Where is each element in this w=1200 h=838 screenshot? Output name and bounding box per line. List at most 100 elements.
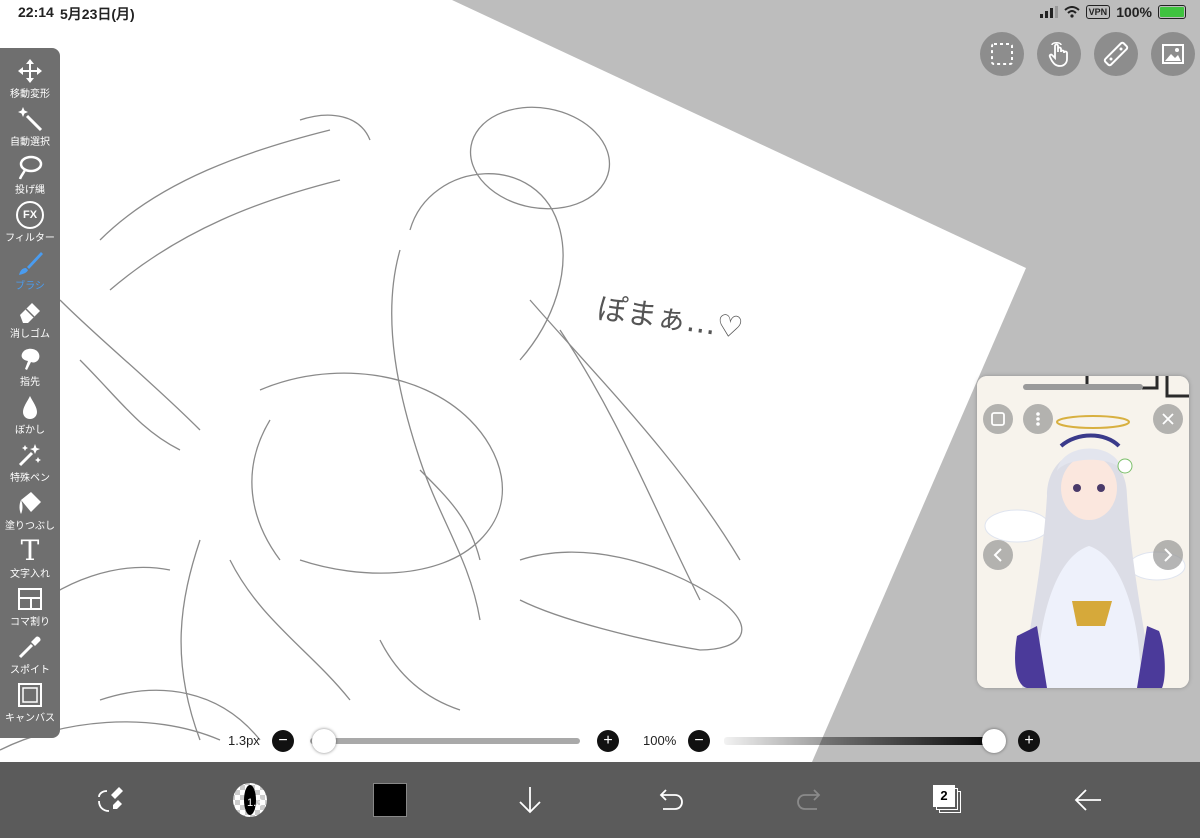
undo-icon	[659, 789, 683, 810]
status-date: 5月23日(月)	[60, 6, 135, 22]
opacity-decrease-button[interactable]: −	[688, 730, 710, 752]
tool-label: 移動変形	[10, 89, 50, 100]
tool-eraser[interactable]: 消しゴム	[0, 296, 60, 344]
tool-label: 指先	[20, 377, 40, 388]
status-right: VPN 100%	[1039, 4, 1186, 20]
reference-drag-handle[interactable]	[1023, 384, 1143, 390]
tool-fill[interactable]: 塗りつぶし	[0, 488, 60, 536]
brush-tip-icon: 1.3	[233, 783, 267, 817]
chevron-left-icon	[993, 548, 1002, 562]
layer-count: 2	[933, 785, 955, 807]
opacity-slider[interactable]	[724, 737, 1004, 745]
battery-percent: 100%	[1116, 4, 1152, 20]
status-time: 22:14	[18, 4, 54, 20]
current-color-swatch	[373, 783, 407, 817]
more-vertical-icon	[1036, 412, 1040, 426]
minus-icon: −	[694, 732, 704, 749]
bottom-bar: 1.3 2	[0, 762, 1200, 838]
brush-eraser-swap-icon	[98, 787, 123, 812]
brush-size-label: 1.3px	[228, 733, 260, 748]
tool-brush[interactable]: ブラシ	[0, 248, 60, 296]
touch-hand-icon	[1048, 42, 1068, 67]
reference-fit-button[interactable]	[983, 404, 1013, 434]
reference-menu-button[interactable]	[1023, 404, 1053, 434]
brush-size-decrease-button[interactable]: −	[272, 730, 294, 752]
magic-wand-icon	[16, 106, 44, 132]
tool-label: コマ割り	[10, 617, 50, 628]
tool-eyedropper[interactable]: スポイト	[0, 632, 60, 680]
tool-palette: 移動変形 自動選択 投げ縄 FX フィルター ブラシ 消しゴム 指先 ぼかし 特…	[0, 48, 60, 738]
tool-label: フィルター	[5, 233, 55, 244]
eyedropper-icon	[16, 634, 44, 660]
brush-icon	[16, 250, 44, 276]
layers-button[interactable]: 2	[918, 762, 978, 838]
reference-window[interactable]	[977, 376, 1189, 688]
swap-tool-button[interactable]	[80, 762, 140, 838]
download-button[interactable]	[500, 762, 560, 838]
opacity-knob[interactable]	[982, 729, 1006, 753]
back-button[interactable]	[1058, 762, 1118, 838]
color-button[interactable]	[360, 762, 420, 838]
brush-size-slider[interactable]	[310, 738, 580, 744]
tool-label: 消しゴム	[10, 329, 50, 340]
tool-label: ぼかし	[15, 425, 45, 436]
brush-size-knob[interactable]	[312, 729, 336, 753]
ruler-button[interactable]	[1094, 32, 1138, 76]
canvas-paper[interactable]	[0, 0, 1026, 762]
tool-blur[interactable]: ぼかし	[0, 392, 60, 440]
plus-icon: +	[1024, 732, 1034, 749]
opacity-increase-button[interactable]: +	[1018, 730, 1040, 752]
tool-label: 文字入れ	[10, 569, 50, 580]
special-pen-icon	[16, 442, 44, 468]
vpn-badge: VPN	[1085, 5, 1111, 19]
selection-button[interactable]	[980, 32, 1024, 76]
ruler-icon	[1103, 41, 1129, 67]
fill-bucket-icon	[16, 490, 44, 516]
tool-frame-divide[interactable]: コマ割り	[0, 584, 60, 632]
frame-divide-icon	[16, 586, 44, 612]
tool-label: キャンバス	[5, 713, 55, 724]
arrow-left-icon	[1074, 789, 1101, 811]
lasso-icon	[16, 154, 44, 180]
brush-size-badge: 1.3	[247, 797, 263, 809]
tool-special-pen[interactable]: 特殊ペン	[0, 440, 60, 488]
tool-canvas[interactable]: キャンバス	[0, 680, 60, 728]
brush-size-increase-button[interactable]: +	[597, 730, 619, 752]
reference-close-button[interactable]	[1153, 404, 1183, 434]
material-button[interactable]	[1151, 32, 1195, 76]
tool-move-transform[interactable]: 移動変形	[0, 56, 60, 104]
image-icon	[1162, 44, 1184, 64]
tool-label: 特殊ペン	[10, 473, 50, 484]
smudge-icon	[16, 346, 44, 372]
arrow-down-icon	[519, 787, 541, 814]
reference-prev-button[interactable]	[983, 540, 1013, 570]
status-bar: 22:14 5月23日(月) VPN 100%	[0, 0, 1200, 26]
text-icon: T	[20, 534, 40, 567]
tool-label: スポイト	[10, 665, 50, 676]
brush-preview-button[interactable]: 1.3	[220, 762, 280, 838]
plus-icon: +	[603, 732, 613, 749]
minus-icon: −	[278, 732, 288, 749]
dashed-select-icon	[991, 43, 1013, 65]
square-icon	[991, 412, 1005, 426]
opacity-label: 100%	[643, 733, 677, 748]
tool-smudge[interactable]: 指先	[0, 344, 60, 392]
move-icon	[16, 58, 44, 84]
signal-icon	[1039, 6, 1058, 18]
tool-filter[interactable]: FX フィルター	[0, 200, 60, 248]
reference-next-button[interactable]	[1153, 540, 1183, 570]
canvas-icon	[16, 682, 44, 708]
tool-lasso[interactable]: 投げ縄	[0, 152, 60, 200]
eraser-icon	[16, 298, 44, 324]
redo-icon	[797, 789, 821, 810]
gesture-button[interactable]	[1037, 32, 1081, 76]
blur-drop-icon	[16, 394, 44, 420]
undo-button[interactable]	[640, 762, 700, 838]
tool-label: 塗りつぶし	[4, 521, 56, 532]
battery-icon	[1158, 5, 1186, 19]
redo-button[interactable]	[780, 762, 840, 838]
close-icon	[1162, 413, 1174, 425]
layers-icon: 2	[933, 785, 963, 815]
tool-text[interactable]: T 文字入れ	[0, 536, 60, 584]
tool-auto-select[interactable]: 自動選択	[0, 104, 60, 152]
